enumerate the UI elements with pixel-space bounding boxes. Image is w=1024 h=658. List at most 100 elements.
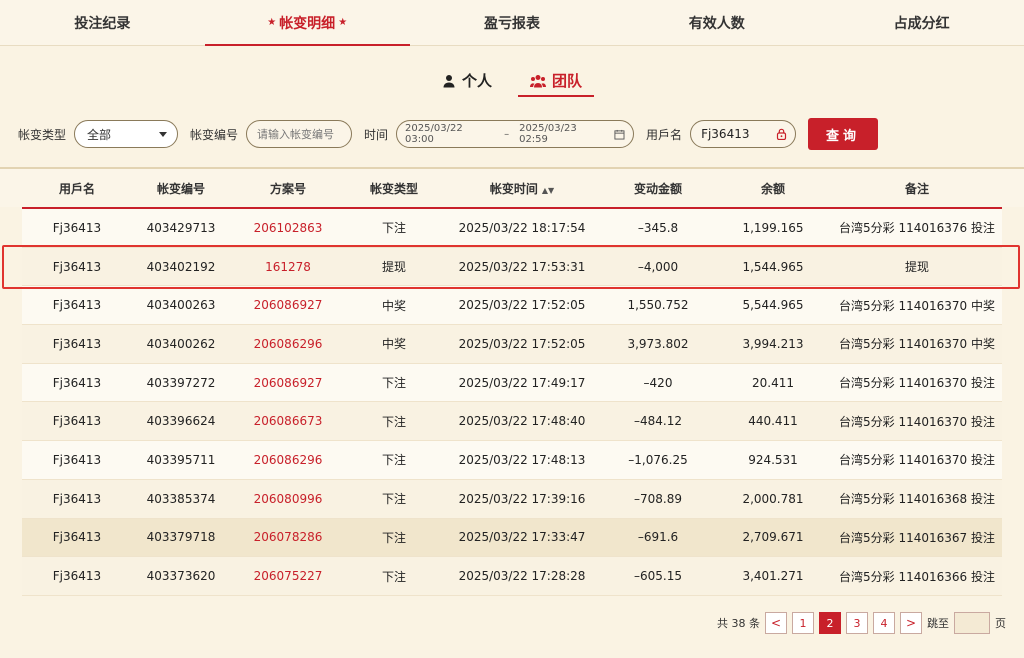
page-button-2[interactable]: 2 [819, 612, 841, 634]
type-select[interactable]: 全部 [74, 120, 179, 148]
cell-username: Fj36413 [52, 298, 102, 313]
table-row: Fj36413 403385374 206080996 下注 2025/03/22 17… [22, 479, 1002, 519]
query-button-label: 查询 [826, 128, 861, 144]
cell-txn-time: 2025/03/22 18:17:54 [458, 220, 586, 235]
cell-txn-type: 下注 [381, 221, 406, 236]
subtab-personal[interactable]: 个人 [430, 70, 504, 97]
cell-username: Fj36413 [52, 375, 102, 390]
tab-label: 有效人数 [688, 15, 745, 32]
tab-bet-records[interactable]: 投注纪录 [0, 0, 205, 45]
cell-txn-type: 中奖 [381, 337, 406, 352]
cell-balance: 924.531 [748, 452, 798, 467]
team-icon [530, 74, 546, 87]
lock-icon [776, 128, 787, 140]
star-icon: ★ [338, 17, 348, 28]
cell-balance: 2,000.781 [742, 491, 804, 506]
cell-txn-id: 403400262 [146, 336, 216, 351]
cell-amount: –708.89 [634, 491, 682, 506]
prev-icon: < [770, 616, 782, 630]
cell-balance: 20.411 [752, 375, 794, 390]
person-icon [443, 74, 455, 87]
next-icon: > [905, 616, 917, 630]
cell-txn-type: 中奖 [381, 298, 406, 313]
header-txn-time[interactable]: 帐变时间 ▲▼ [442, 180, 602, 197]
username-input[interactable]: Fj36413 [690, 120, 797, 148]
page-suffix: 页 [995, 617, 1006, 630]
cell-balance: 440.411 [748, 414, 798, 429]
transactions-table: 用戶名 帐变编号 方案号 帐变类型 帐变时间 ▲▼ 变动金额 余额 备注 Fj36… [0, 167, 1024, 596]
cell-balance: 2,709.671 [742, 530, 804, 545]
cell-txn-time: 2025/03/22 17:49:17 [458, 375, 586, 390]
next-page-button[interactable]: > [900, 612, 922, 634]
star-icon: ★ [267, 17, 277, 28]
cell-username: Fj36413 [52, 414, 102, 429]
cell-txn-type: 提现 [381, 260, 406, 275]
page-number: 4 [880, 616, 888, 630]
cell-amount: –420 [643, 375, 673, 390]
date-end: 2025/03/23 02:59 [519, 123, 577, 145]
cell-plan-id[interactable]: 206086673 [230, 414, 346, 428]
table-row: Fj36413 403397272 206086927 下注 2025/03/22 17… [22, 363, 1002, 403]
subtab-label: 个人 [461, 72, 492, 90]
cell-remark: 台湾5分彩 114016368 投注 [839, 492, 995, 507]
cell-txn-id: 403396624 [146, 414, 216, 429]
cell-plan-id[interactable]: 206086927 [230, 298, 346, 312]
jump-page-input[interactable] [954, 612, 990, 634]
tab-active-count[interactable]: 有效人数 [614, 0, 819, 45]
cell-plan-id[interactable]: 206080996 [230, 492, 346, 506]
cell-amount: 3,973.802 [627, 336, 689, 351]
cell-txn-time: 2025/03/22 17:52:05 [458, 336, 586, 351]
tab-label: 投注纪录 [74, 15, 131, 32]
cell-plan-id[interactable]: 206086296 [230, 337, 346, 351]
cell-txn-time: 2025/03/22 17:53:31 [458, 259, 586, 274]
sort-icon: ▲▼ [541, 185, 555, 195]
cell-txn-id: 403379718 [146, 530, 216, 545]
cell-remark: 台湾5分彩 114016370 中奖 [839, 298, 995, 313]
header-txn-time-label: 帐变时间 [489, 181, 538, 196]
tab-label: 帐变明细 [279, 15, 336, 32]
scope-tabs: 个人 团队 [0, 46, 1024, 101]
page-button-3[interactable]: 3 [846, 612, 868, 634]
time-label: 时间 [364, 127, 389, 142]
cell-balance: 3,994.213 [742, 336, 804, 351]
page-button-4[interactable]: 4 [873, 612, 895, 634]
header-remark: 备注 [904, 181, 929, 196]
cell-txn-time: 2025/03/22 17:48:13 [458, 452, 586, 467]
cell-plan-id[interactable]: 206086296 [230, 453, 346, 467]
tab-profit-report[interactable]: 盈亏报表 [410, 0, 615, 45]
page-number: 3 [853, 616, 861, 630]
cell-plan-id[interactable]: 206086927 [230, 376, 346, 390]
cell-txn-time: 2025/03/22 17:33:47 [458, 530, 586, 545]
cell-remark: 台湾5分彩 114016370 投注 [839, 453, 995, 468]
prev-page-button[interactable]: < [765, 612, 787, 634]
cell-txn-time: 2025/03/22 17:48:40 [458, 414, 586, 429]
cell-amount: –4,000 [637, 259, 679, 274]
cell-txn-time: 2025/03/22 17:39:16 [458, 491, 586, 506]
cell-remark: 台湾5分彩 114016370 投注 [839, 414, 995, 429]
cell-username: Fj36413 [52, 220, 102, 235]
date-separator: – [504, 128, 510, 140]
tab-label: 占成分红 [893, 15, 950, 32]
subtab-team[interactable]: 团队 [518, 70, 595, 97]
username-value: Fj36413 [701, 127, 750, 141]
date-range-picker[interactable]: 2025/03/22 03:00 – 2025/03/23 02:59 [396, 120, 635, 148]
query-button[interactable]: 查询 [808, 118, 879, 150]
caret-down-icon [159, 131, 168, 137]
cell-txn-id: 403402192 [146, 259, 216, 274]
pagination: 共 38 条 < 1 2 3 4 > 跳至 页 [717, 612, 1006, 634]
cell-amount: –605.15 [634, 569, 682, 584]
cell-plan-id[interactable]: 206078286 [230, 530, 346, 544]
cell-txn-id: 403429713 [146, 220, 216, 235]
header-plan-id: 方案号 [269, 181, 306, 196]
tab-transaction-details[interactable]: ★ 帐变明细 ★ [204, 0, 410, 46]
cell-plan-id[interactable]: 206102863 [230, 221, 346, 235]
page-button-1[interactable]: 1 [792, 612, 814, 634]
header-txn-id: 帐变编号 [156, 181, 205, 196]
cell-plan-id[interactable]: 206075227 [230, 569, 346, 583]
cell-plan-id[interactable]: 161278 [230, 260, 346, 274]
cell-username: Fj36413 [52, 259, 102, 274]
tab-share-dividend[interactable]: 占成分红 [819, 0, 1024, 45]
header-amount: 变动金额 [633, 181, 682, 196]
cell-balance: 1,199.165 [742, 220, 804, 235]
number-input[interactable]: 请输入帐变编号 [246, 120, 353, 148]
